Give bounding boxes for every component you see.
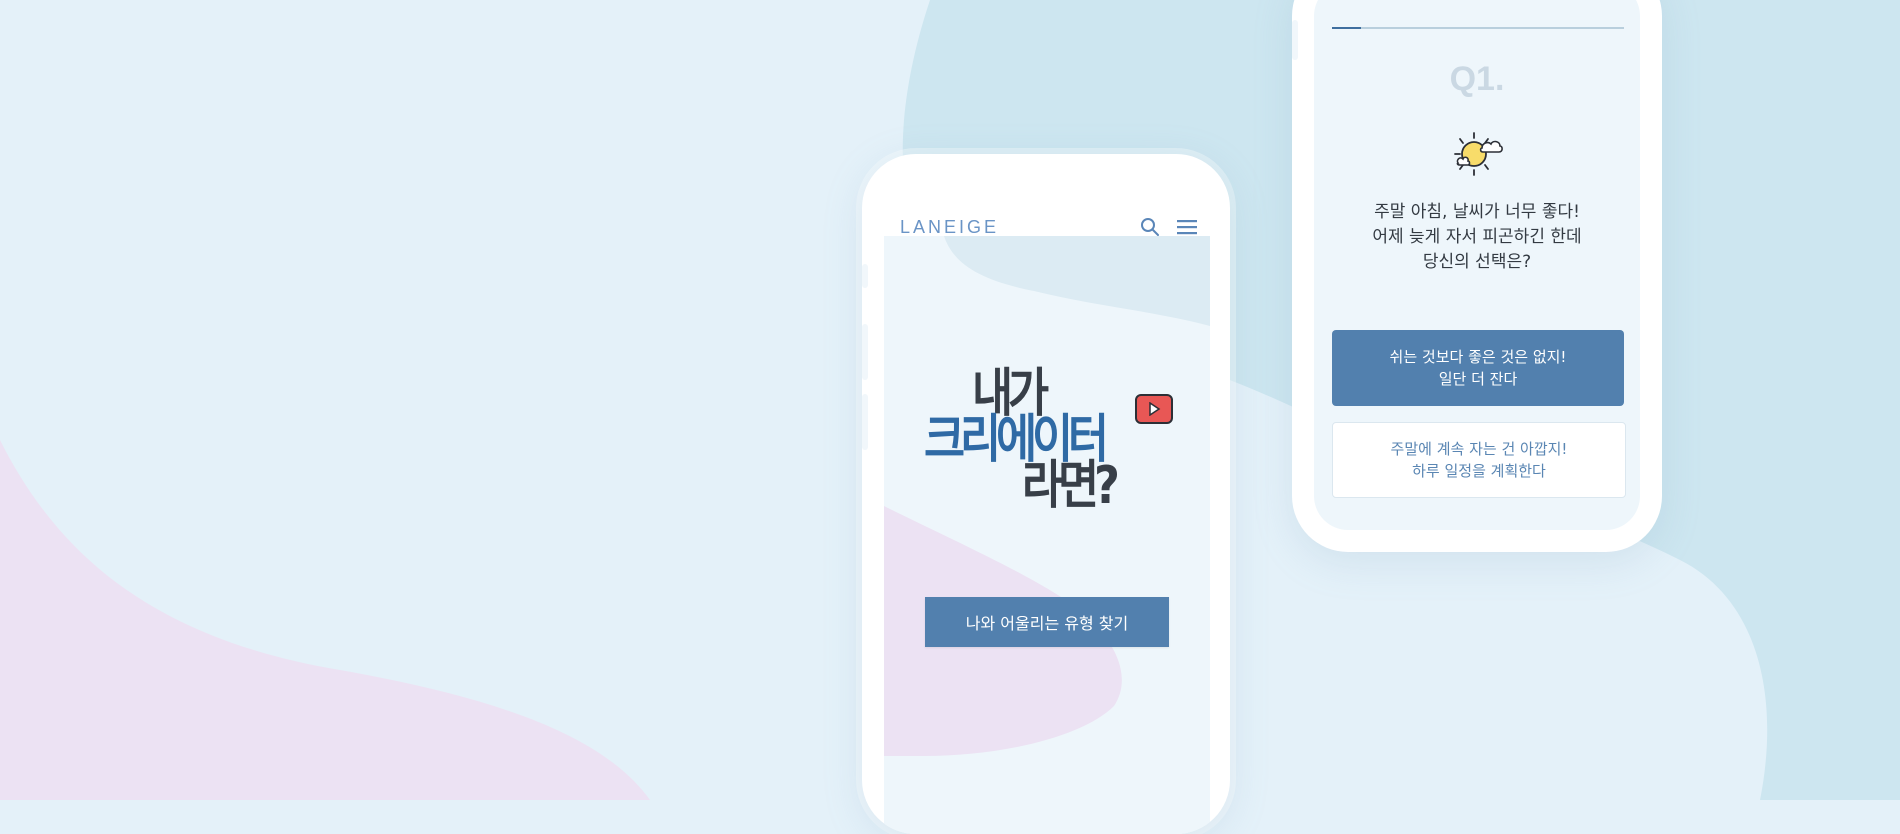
quiz-screen: Q1. 주말 아침, 날씨가 너무 좋다! 어제 늦게 자서 피곤하긴 한데 당… bbox=[1314, 0, 1640, 530]
laneige-logo[interactable]: LANEIGE bbox=[882, 217, 999, 238]
question-line: 주말 아침, 날씨가 너무 좋다! bbox=[1374, 202, 1580, 222]
answer-line: 쉬는 것보다 좋은 것은 없지! bbox=[1389, 348, 1567, 366]
answer-option-2[interactable]: 주말에 계속 자는 건 아깝지! 하루 일정을 계획한다 bbox=[1332, 422, 1626, 498]
play-icon bbox=[1135, 394, 1173, 424]
answer-line: 주말에 계속 자는 건 아깝지! bbox=[1390, 440, 1568, 458]
search-icon[interactable] bbox=[1140, 217, 1160, 237]
question-text: 주말 아침, 날씨가 너무 좋다! 어제 늦게 자서 피곤하긴 한데 당신의 선… bbox=[1314, 200, 1640, 275]
find-type-button[interactable]: 나와 어울리는 유형 찾기 bbox=[925, 597, 1169, 647]
app-header: LANEIGE bbox=[882, 198, 1210, 256]
page-title: 내가 크리에이터 라면? bbox=[924, 280, 1234, 512]
answer-line: 일단 더 잔다 bbox=[1438, 370, 1518, 388]
question-line: 어제 늦게 자서 피곤하긴 한데 bbox=[1372, 227, 1582, 247]
menu-icon[interactable] bbox=[1176, 218, 1198, 236]
title-line-3: 라면? bbox=[1022, 456, 1120, 516]
quiz-phone: Q1. 주말 아침, 날씨가 너무 좋다! 어제 늦게 자서 피곤하긴 한데 당… bbox=[1292, 0, 1662, 552]
answer-line: 하루 일정을 계획한다 bbox=[1412, 462, 1546, 480]
progress-bar bbox=[1332, 27, 1624, 29]
progress-fill bbox=[1332, 27, 1362, 29]
answer-option-1[interactable]: 쉬는 것보다 좋은 것은 없지! 일단 더 잔다 bbox=[1332, 330, 1624, 406]
sun-cloud-icon bbox=[1454, 132, 1503, 176]
question-number: Q1. bbox=[1449, 60, 1505, 98]
question-line: 당신의 선택은? bbox=[1422, 252, 1532, 272]
